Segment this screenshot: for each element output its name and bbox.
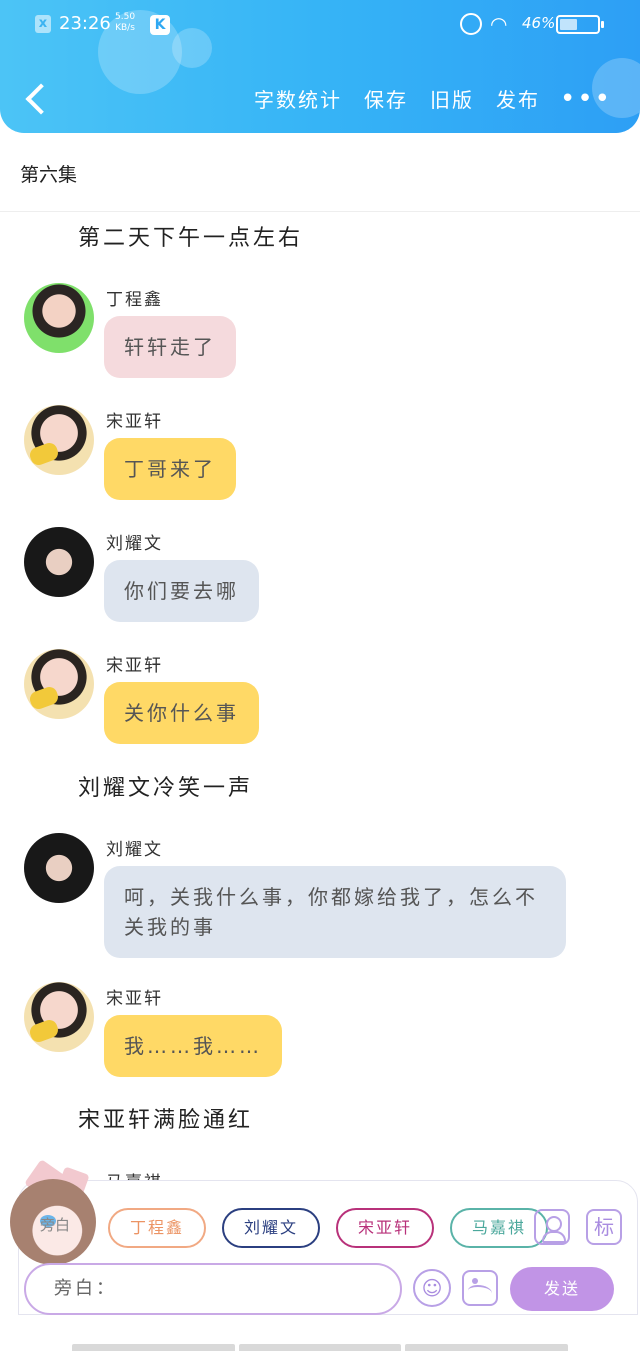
sender-name: 宋亚轩: [106, 412, 163, 432]
sender-name: 宋亚轩: [106, 656, 163, 676]
episode-title[interactable]: 第六集: [20, 160, 77, 187]
divider: [0, 211, 640, 212]
top-header: x 23:26 5.50 KB/s K ◠ 46% 字数统计 保存 旧版 发布 …: [0, 0, 640, 133]
notification-x-icon: x: [35, 15, 51, 33]
publish-button[interactable]: 发布: [496, 84, 540, 113]
emoji-icon[interactable]: ☺: [413, 1269, 451, 1307]
message-bubble[interactable]: 我……我……: [104, 1015, 282, 1077]
nav-segment[interactable]: [405, 1344, 569, 1351]
status-bar: x 23:26 5.50 KB/s K ◠ 46%: [0, 0, 640, 50]
network-speed-unit: KB/s: [115, 23, 135, 33]
sender-name: 刘耀文: [106, 534, 163, 554]
narrator-chip[interactable]: 旁白: [40, 1214, 70, 1235]
message-bubble[interactable]: 呵，关我什么事，你都嫁给我了，怎么不关我的事: [104, 866, 566, 958]
send-button[interactable]: 发送: [510, 1267, 614, 1311]
back-button[interactable]: [20, 80, 50, 118]
battery-nub: [601, 21, 604, 28]
sender-name: 宋亚轩: [106, 989, 163, 1009]
narration-line: 刘耀文冷笑一声: [78, 776, 254, 801]
message-bubble[interactable]: 轩轩走了: [104, 316, 236, 378]
avatar[interactable]: [24, 405, 94, 475]
wifi-icon: ◠: [490, 12, 508, 36]
tag-icon[interactable]: 标: [586, 1209, 622, 1245]
avatar[interactable]: [24, 982, 94, 1052]
old-version-button[interactable]: 旧版: [430, 84, 474, 113]
sender-name: 刘耀文: [106, 840, 163, 860]
avatar[interactable]: [24, 833, 94, 903]
word-count-button[interactable]: 字数统计: [254, 84, 342, 113]
message-bubble[interactable]: 关你什么事: [104, 682, 259, 744]
avatar[interactable]: [24, 527, 94, 597]
battery-percent: 46%: [522, 14, 556, 32]
character-chip-song[interactable]: 宋亚轩: [336, 1208, 435, 1248]
network-speed-value: 5.50: [115, 12, 136, 22]
person-icon[interactable]: [534, 1209, 570, 1245]
nav-segment[interactable]: [72, 1344, 235, 1351]
header-actions: 字数统计 保存 旧版 发布: [254, 84, 540, 113]
network-speed: 5.50 KB/s: [115, 12, 135, 34]
avatar[interactable]: [24, 649, 94, 719]
message-bubble[interactable]: 丁哥来了: [104, 438, 236, 500]
nav-segment[interactable]: [238, 1344, 402, 1351]
save-button[interactable]: 保存: [364, 84, 408, 113]
status-time: 23:26: [59, 13, 111, 34]
character-chip-ding[interactable]: 丁程鑫: [108, 1208, 207, 1248]
message-bubble[interactable]: 你们要去哪: [104, 560, 259, 622]
character-chip-liu[interactable]: 刘耀文: [222, 1208, 321, 1248]
composer: 旁白 丁程鑫 刘耀文 宋亚轩 马嘉祺 标 旁白： ☺ 发送: [0, 1159, 640, 1351]
alarm-icon: [460, 13, 482, 35]
battery-icon: [556, 15, 600, 34]
message-input[interactable]: 旁白：: [24, 1263, 402, 1315]
more-options-icon[interactable]: •••: [560, 86, 610, 112]
battery-level: [560, 19, 577, 30]
sender-name: 丁程鑫: [106, 290, 163, 310]
system-nav-bar: [72, 1344, 569, 1351]
image-icon[interactable]: [462, 1270, 498, 1306]
character-selector: 丁程鑫 刘耀文 宋亚轩 马嘉祺: [108, 1208, 549, 1248]
narration-line: 宋亚轩满脸通红: [78, 1108, 254, 1133]
avatar[interactable]: [24, 283, 94, 353]
narration-line: 第二天下午一点左右: [78, 226, 304, 251]
k-app-icon: K: [150, 15, 170, 35]
